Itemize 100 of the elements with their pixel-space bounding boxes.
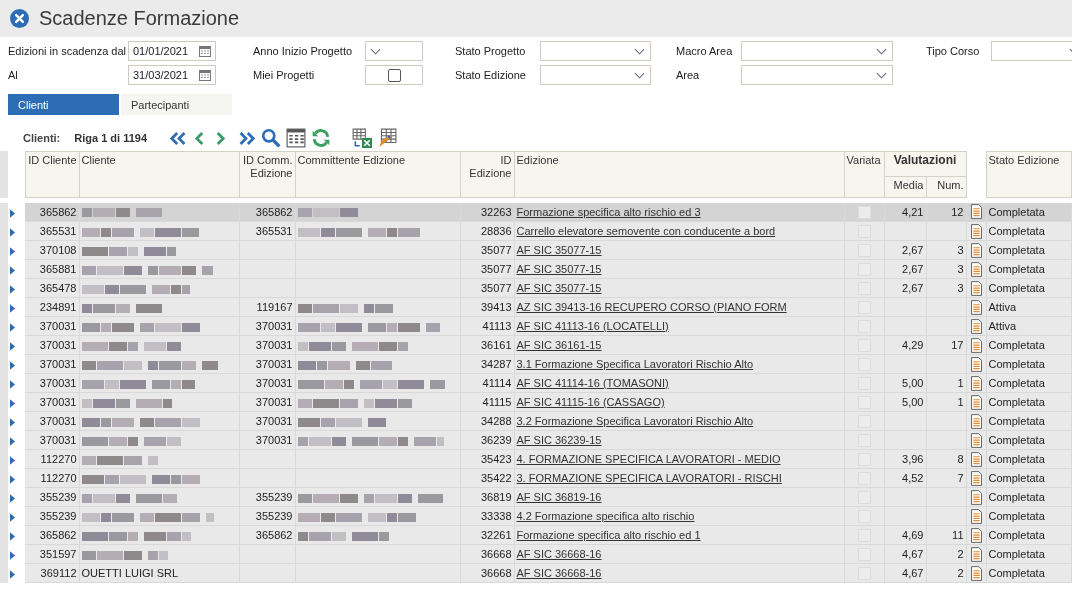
table-cell: 365478: [39, 282, 77, 294]
table-row[interactable]: 355239 355239 36819 AF SIC 36819-16 Completata: [0, 487, 1072, 507]
dropdown-field[interactable]: [540, 65, 651, 85]
document-icon[interactable]: [970, 413, 982, 429]
table-row[interactable]: 365862 365862 32263 Formazione specifica alto rischio ed 3 4,21 12 Completata: [0, 202, 1072, 222]
tab[interactable]: Partecipanti: [121, 94, 232, 115]
columns-icon[interactable]: [286, 128, 307, 148]
table-cell: 7: [957, 472, 964, 484]
document-icon[interactable]: [970, 565, 982, 581]
table-cell: 3: [957, 244, 964, 256]
table-row[interactable]: 365478 35077 AF SIC 35077-15 2,67 3 Completata: [0, 278, 1072, 298]
table-row[interactable]: 365862 365862 32261 Formazione specifica alto rischio ed 1 4,69 11 Completata: [0, 525, 1072, 545]
column-header[interactable]: Edizione: [516, 154, 559, 166]
document-icon[interactable]: [970, 261, 982, 277]
table-cell: 41115: [482, 396, 512, 408]
document-icon[interactable]: [970, 546, 982, 562]
table-row[interactable]: 365881 35077 AF SIC 35077-15 2,67 3 Completata: [0, 259, 1072, 279]
table-cell: 2: [957, 567, 964, 579]
table-cell: 34287: [480, 358, 512, 370]
table-cell: 370031: [255, 377, 293, 389]
table-cell: 119167: [256, 301, 293, 313]
document-icon[interactable]: [970, 508, 982, 524]
table-cell: 370031: [39, 320, 77, 332]
document-icon[interactable]: [970, 527, 982, 543]
table-row[interactable]: 370031 370031 41115 AF SIC 41115-16 (CASSAGO) 5,00 1 Completata: [0, 392, 1072, 412]
filter-label: Tipo Corso: [926, 45, 981, 57]
date-field[interactable]: 01/01/2021: [128, 41, 216, 61]
table-row[interactable]: 370031 370031 36161 AF SIC 36161-15 4,29 17 Completata: [0, 335, 1072, 355]
document-icon[interactable]: [970, 318, 982, 334]
document-icon[interactable]: [970, 204, 982, 220]
document-icon[interactable]: [970, 299, 982, 315]
calendar-icon[interactable]: [199, 45, 211, 57]
table-cell: 4,67: [902, 567, 924, 579]
table-row[interactable]: 369112 OUETTI LUIGI SRL 36668 AF SIC 36668-16 4,67 2 Completata: [0, 563, 1072, 583]
dropdown-field[interactable]: [540, 41, 651, 61]
search-icon[interactable]: [261, 128, 282, 148]
document-icon[interactable]: [970, 356, 982, 372]
checkbox[interactable]: [387, 68, 401, 82]
table-cell: 355239: [255, 510, 293, 522]
table-row[interactable]: 351597 36668 AF SIC 36668-16 4,67 2 Completata: [0, 544, 1072, 564]
table-cell: 370031: [39, 358, 77, 370]
edit-grid-icon[interactable]: [377, 128, 398, 148]
export-excel-icon[interactable]: [352, 128, 373, 148]
edition-link[interactable]: AF SIC 35077-15: [516, 282, 602, 294]
table-row[interactable]: 370031 370031 34287 3.1 Formazione Specifica Lavoratori Rischio Alto Completata: [0, 354, 1072, 374]
document-icon[interactable]: [970, 337, 982, 353]
table-cell: 1: [957, 377, 964, 389]
table-row[interactable]: 370031 370031 41114 AF SIC 41114-16 (TOMASONI) 5,00 1 Completata: [0, 373, 1072, 393]
document-icon[interactable]: [970, 280, 982, 296]
table-cell: Completata: [988, 396, 1045, 408]
table-row[interactable]: 112270 35422 3. FORMAZIONE SPECIFICA LAVORATORI - RISCHI 4,52 7 Completata: [0, 468, 1072, 488]
table-row[interactable]: 370031 370031 36239 AF SIC 36239-15 Completata: [0, 430, 1072, 450]
table-cell: Completata: [988, 205, 1045, 218]
table-cell: 370031: [255, 358, 293, 370]
table-row[interactable]: 365531 365531 28836 Carrello elevatore semovente con conducente a bord Completata: [0, 221, 1072, 241]
edition-link[interactable]: AF SIC 35077-15: [516, 244, 602, 256]
table-row[interactable]: 234891 119167 39413 AZ SIC 39413-16 RECUPERO CORSO (PIANO FORM Attiva: [0, 297, 1072, 317]
column-header[interactable]: Cliente: [81, 154, 116, 166]
table-cell: 370031: [255, 434, 293, 446]
document-icon[interactable]: [970, 470, 982, 486]
table-cell: 370031: [255, 415, 293, 427]
edition-link[interactable]: AF SIC 35077-15: [516, 263, 602, 275]
document-icon[interactable]: [970, 432, 982, 448]
refresh-icon[interactable]: [311, 128, 332, 148]
table-cell: 35423: [480, 453, 512, 465]
dropdown-field[interactable]: [991, 41, 1072, 61]
table-cell: 8: [957, 453, 964, 465]
filter-label: Edizioni in scadenza dal: [8, 45, 128, 57]
table-row[interactable]: 370031 370031 41113 AF SIC 41113-16 (LOCATELLI) Attiva: [0, 316, 1072, 336]
document-icon[interactable]: [970, 223, 982, 239]
dropdown-field[interactable]: [365, 41, 423, 61]
table-cell: Completata: [988, 377, 1045, 389]
dropdown-field[interactable]: [741, 65, 893, 85]
edition-link[interactable]: AF SIC 36161-15: [516, 339, 602, 351]
document-icon[interactable]: [970, 375, 982, 391]
table-cell: 4,21: [902, 205, 924, 218]
calendar-icon[interactable]: [199, 69, 211, 81]
document-icon[interactable]: [970, 394, 982, 410]
previous-icon[interactable]: [194, 130, 206, 146]
edition-link[interactable]: AF SIC 36668-16: [516, 548, 602, 560]
close-icon[interactable]: [10, 9, 29, 28]
filter-label: Anno Inizio Progetto: [253, 45, 354, 57]
next-icon[interactable]: [215, 130, 227, 146]
edition-link[interactable]: AF SIC 36819-16: [516, 491, 602, 503]
edition-link[interactable]: AF SIC 36668-16: [516, 567, 602, 579]
table-row[interactable]: 370031 370031 34288 3.2 Formazione Specifica Lavoratori Rischio Alto Completata: [0, 411, 1072, 431]
document-icon[interactable]: [970, 451, 982, 467]
filter-label: Stato Progetto: [455, 45, 527, 57]
table-row[interactable]: 370108 35077 AF SIC 35077-15 2,67 3 Completata: [0, 240, 1072, 260]
edition-link[interactable]: AF SIC 36239-15: [516, 434, 602, 446]
table-cell: 355239: [255, 491, 293, 503]
table-row[interactable]: 355239 355239 33338 4.2 Formazione specifica alto rischio Completata: [0, 506, 1072, 526]
table-row[interactable]: 112270 35423 4. FORMAZIONE SPECIFICA LAVORATORI - MEDIO 3,96 8 Completata: [0, 449, 1072, 469]
document-icon[interactable]: [970, 489, 982, 505]
document-icon[interactable]: [970, 242, 982, 258]
dropdown-field[interactable]: [741, 41, 893, 61]
table-cell: 32263: [480, 205, 512, 218]
column-header[interactable]: Committente Edizione: [297, 154, 406, 166]
tab[interactable]: Clienti: [8, 94, 119, 115]
date-field[interactable]: 31/03/2021: [128, 65, 216, 85]
